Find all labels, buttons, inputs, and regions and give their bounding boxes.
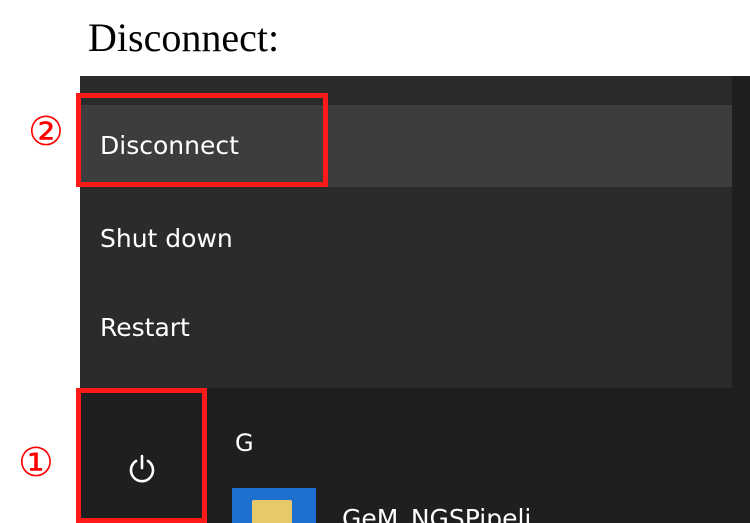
menu-item-restart[interactable]: Restart <box>80 287 732 369</box>
app-tile[interactable] <box>232 488 316 523</box>
app-list-letter-header: G <box>235 429 254 457</box>
step-1-marker: ① <box>18 440 54 486</box>
highlight-box-power-button <box>76 388 207 523</box>
folder-icon <box>252 500 292 523</box>
highlight-box-disconnect <box>76 93 328 187</box>
app-label[interactable]: GeM_NGSPipeli <box>342 504 531 523</box>
page-heading: Disconnect: <box>88 15 280 60</box>
menu-item-shut-down[interactable]: Shut down <box>80 198 732 280</box>
step-2-marker: ② <box>28 109 64 155</box>
